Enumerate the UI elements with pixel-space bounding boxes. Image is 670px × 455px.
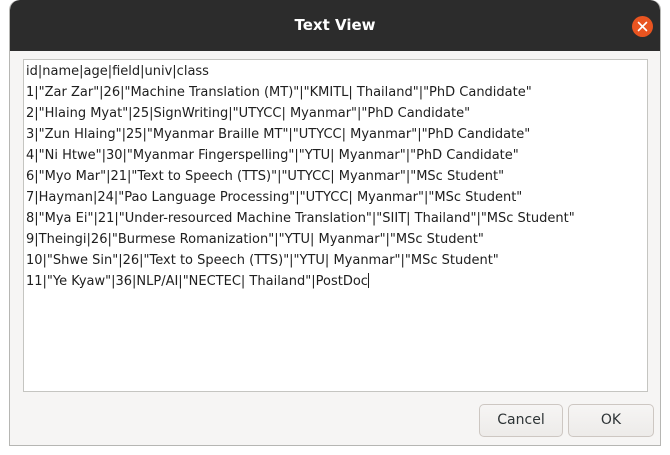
text-line: 4|"Ni Htwe"|30|"Myanmar Fingerspelling"|… [26,148,519,163]
text-line: 7|Hayman|24|"Pao Language Processing"|"U… [26,190,523,205]
text-line-content: 11|"Ye Kyaw"|36|NLP/AI|"NECTEC| Thailand… [26,274,368,289]
text-line: id|name|age|field|univ|class [26,64,209,79]
ok-button[interactable]: OK [568,404,654,437]
text-line: 6|"Myo Mar"|21|"Text to Speech (TTS)"|"U… [26,169,505,184]
text-line: 2|"Hlaing Myat"|25|SignWriting|"UTYCC| M… [26,106,471,121]
text-line: 9|Theingi|26|"Burmese Romanization"|"YTU… [26,232,484,247]
text-line-last: 11|"Ye Kyaw"|36|NLP/AI|"NECTEC| Thailand… [26,271,647,292]
text-view-area[interactable]: id|name|age|field|univ|class 1|"Zar Zar"… [23,59,648,392]
text-line: 1|"Zar Zar"|26|"Machine Translation (MT)… [26,85,532,100]
window-title: Text View [294,16,376,34]
close-button[interactable] [632,16,653,37]
text-line: 3|"Zun Hlaing"|25|"Myanmar Braille MT"|"… [26,127,531,142]
text-line: 8|"Mya Ei"|21|"Under-resourced Machine T… [26,211,575,226]
close-icon [637,21,648,32]
cancel-button[interactable]: Cancel [479,404,563,437]
title-bar[interactable]: Text View [10,0,660,51]
text-caret [367,273,369,288]
text-line: 10|"Shwe Sin"|26|"Text to Speech (TTS)"|… [26,253,499,268]
text-view-dialog: Text View id|name|age|field|univ|class 1… [9,0,661,446]
